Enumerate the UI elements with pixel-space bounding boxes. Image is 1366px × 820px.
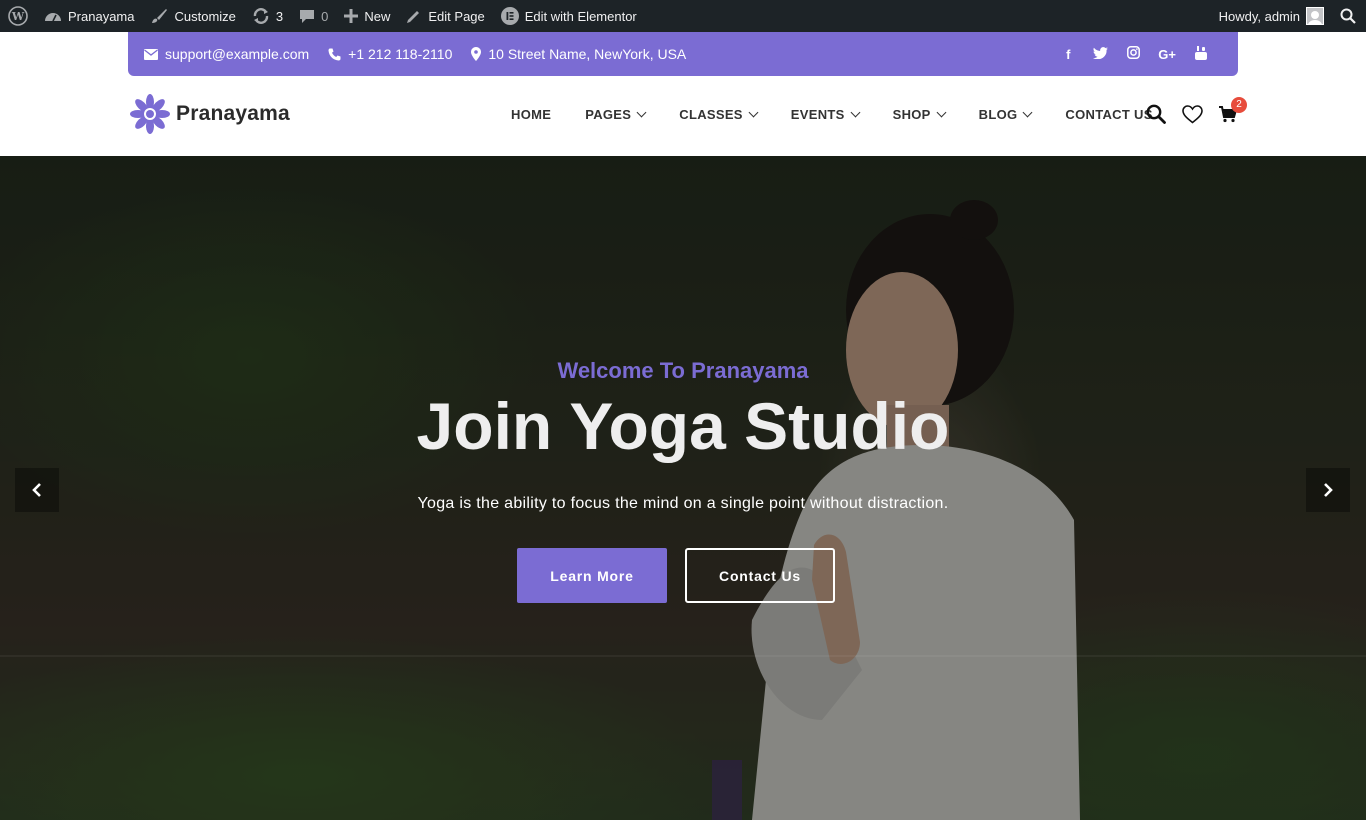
chevron-down-icon: [850, 107, 861, 118]
nav-item-events[interactable]: EVENTS: [790, 107, 861, 122]
nav-label: SHOP: [892, 107, 931, 122]
slider-prev-button[interactable]: [15, 468, 59, 512]
search-button[interactable]: [1146, 104, 1166, 129]
customize-link[interactable]: Customize: [142, 0, 243, 32]
phone-contact[interactable]: +1 212 118-2110: [328, 46, 452, 62]
contact-topbar: support@example.com +1 212 118-2110 10 S…: [128, 32, 1238, 76]
dashboard-icon: [45, 13, 61, 22]
hero-overlay: [0, 156, 1366, 820]
pencil-icon: [407, 11, 420, 23]
my-account-link[interactable]: Howdy, admin: [1211, 0, 1332, 32]
admin-search-button[interactable]: [1332, 0, 1366, 32]
edit-elementor-label: Edit with Elementor: [524, 8, 637, 24]
refresh-icon: [253, 8, 269, 24]
comments-link[interactable]: 0: [291, 0, 336, 32]
nav-label: BLOG: [978, 107, 1018, 122]
nav-item-pages[interactable]: PAGES: [585, 107, 647, 122]
admin-bar-right: Howdy, admin: [1211, 0, 1366, 32]
slider-next-button[interactable]: [1306, 468, 1350, 512]
site-header: Pranayama HOME PAGES CLASSES EVENTS SHOP…: [0, 76, 1366, 156]
nav-item-shop[interactable]: SHOP: [892, 107, 947, 122]
chevron-right-icon: [1324, 483, 1333, 497]
nav-item-contact-us[interactable]: CONTACT US: [1065, 107, 1152, 122]
hero-section-divider: [0, 655, 1366, 657]
wordpress-logo-button[interactable]: W: [0, 0, 36, 32]
hero-description: Yoga is the ability to focus the mind on…: [417, 495, 949, 512]
wishlist-button[interactable]: [1182, 104, 1203, 129]
lotus-logo-icon: [130, 94, 170, 134]
facebook-icon[interactable]: f: [1061, 47, 1075, 62]
updates-count: 3: [275, 8, 284, 24]
nav-item-home[interactable]: HOME: [511, 107, 551, 122]
nav-label: CONTACT US: [1065, 107, 1153, 122]
howdy-label: Howdy, admin: [1218, 8, 1300, 24]
comment-icon: [300, 10, 315, 23]
logo-text: Pranayama: [176, 102, 290, 125]
brush-icon: [152, 9, 168, 23]
envelope-icon: [144, 48, 158, 60]
new-content-link[interactable]: New: [336, 0, 398, 32]
hero-subtitle: Welcome To Pranayama: [557, 358, 809, 383]
chevron-down-icon: [636, 107, 647, 118]
svg-text:W: W: [11, 10, 25, 23]
edit-page-label: Edit Page: [428, 8, 485, 24]
chevron-down-icon: [1022, 107, 1033, 118]
youtube-shape: [1195, 45, 1207, 60]
updates-link[interactable]: 3: [244, 0, 291, 32]
customize-label: Customize: [174, 8, 236, 24]
hero-slider: Welcome To Pranayama Join Yoga Studio Yo…: [0, 156, 1366, 820]
edit-elementor-link[interactable]: Edit with Elementor: [493, 0, 645, 32]
comments-count: 0: [321, 8, 329, 24]
header-actions: 2: [1146, 96, 1247, 129]
address-contact: 10 Street Name, NewYork, USA: [471, 46, 686, 62]
heart-icon: [1182, 104, 1203, 124]
nav-label: PAGES: [585, 107, 632, 122]
admin-bar: W Pranayama Customize 3 0 New Edit Page …: [0, 0, 1366, 32]
map-marker-icon: [471, 47, 482, 61]
email-text: support@example.com: [165, 46, 310, 62]
twitter-bird-shape: [1093, 46, 1109, 59]
site-name-link[interactable]: Pranayama: [36, 0, 142, 32]
elementor-icon: [500, 7, 519, 25]
nav-item-blog[interactable]: BLOG: [978, 107, 1033, 122]
chevron-left-icon: [32, 483, 41, 497]
main-nav: HOME PAGES CLASSES EVENTS SHOP BLOG CONT…: [511, 107, 1153, 122]
search-icon: [1340, 8, 1356, 24]
hero-title: Join Yoga Studio: [416, 389, 950, 463]
instagram-shape: [1126, 46, 1140, 59]
phone-text: +1 212 118-2110: [348, 46, 453, 62]
wordpress-logo-icon: W: [8, 6, 28, 26]
phone-icon: [328, 48, 341, 60]
nav-label: EVENTS: [790, 107, 845, 122]
address-text: 10 Street Name, NewYork, USA: [488, 46, 687, 62]
nav-label: HOME: [511, 107, 552, 122]
new-label: New: [364, 8, 391, 24]
cart-button[interactable]: 2: [1219, 96, 1247, 128]
contact-us-button[interactable]: Contact Us: [685, 548, 835, 603]
edit-page-link[interactable]: Edit Page: [398, 0, 492, 32]
site-name-label: Pranayama: [68, 8, 135, 24]
email-contact[interactable]: support@example.com: [144, 46, 309, 62]
twitter-icon[interactable]: [1093, 46, 1109, 62]
social-links: f G+: [1061, 45, 1222, 63]
site-logo[interactable]: Pranayama: [130, 94, 290, 134]
chevron-down-icon: [936, 107, 947, 118]
instagram-icon[interactable]: [1126, 46, 1140, 62]
search-icon: [1146, 104, 1166, 124]
plus-icon: [344, 9, 359, 23]
cart-count-badge: 2: [1231, 96, 1247, 113]
learn-more-button[interactable]: Learn More: [517, 548, 667, 603]
chevron-down-icon: [748, 107, 759, 118]
nav-label: CLASSES: [679, 107, 743, 122]
youtube-icon[interactable]: [1194, 45, 1208, 63]
avatar: [1306, 7, 1324, 25]
google-plus-icon[interactable]: G+: [1158, 47, 1176, 62]
nav-item-classes[interactable]: CLASSES: [679, 107, 759, 122]
